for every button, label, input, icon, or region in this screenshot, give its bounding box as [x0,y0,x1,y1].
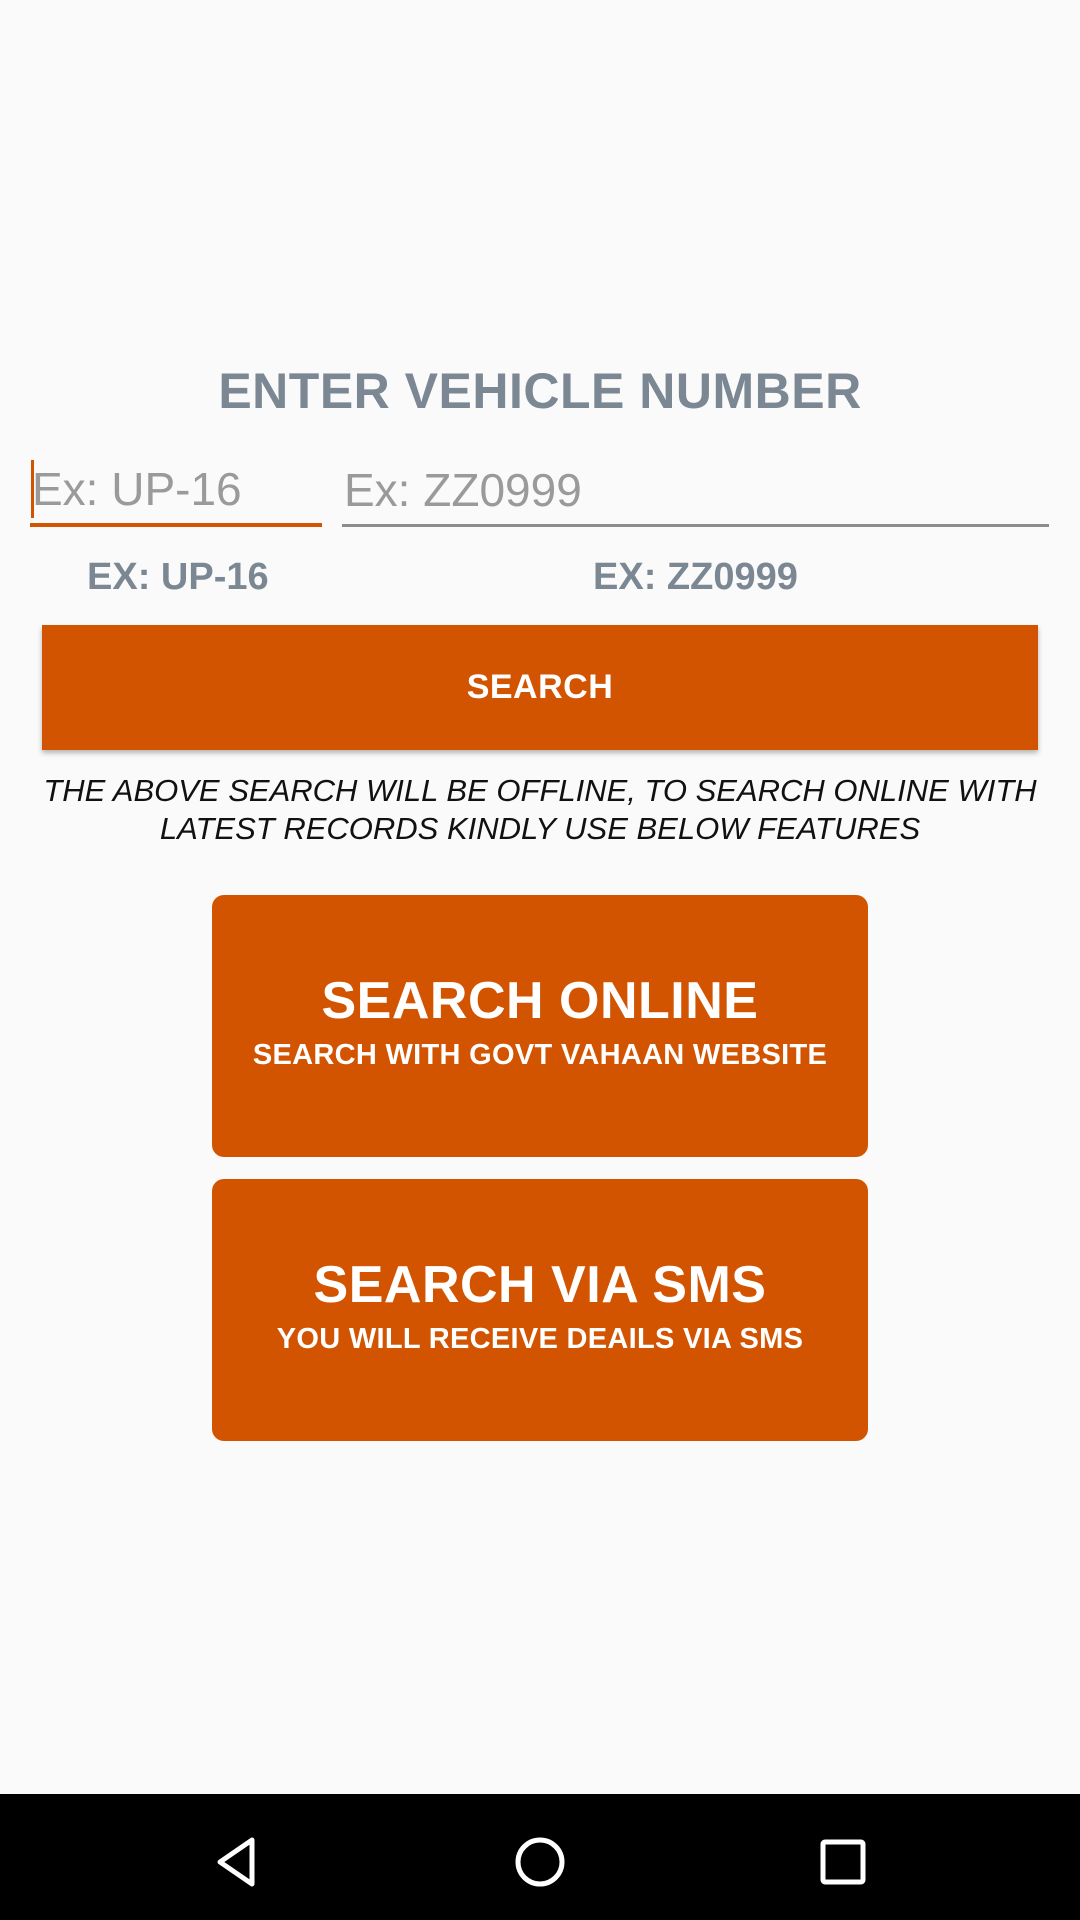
state-code-input[interactable] [30,455,322,527]
offline-notice: THE ABOVE SEARCH WILL BE OFFLINE, TO SEA… [43,773,1037,846]
vehicle-number-hint: EX: ZZ0999 [593,556,798,598]
text-cursor [31,460,34,518]
search-online-subtitle: SEARCH WITH GOVT VAHAAN WEBSITE [252,1038,828,1071]
page-title: ENTER VEHICLE NUMBER [218,363,862,419]
search-button[interactable]: SEARCH [42,625,1038,750]
state-code-hint: EX: UP-16 [87,556,269,598]
navigation-bar [0,1794,1080,1920]
search-online-title: SEARCH ONLINE [321,971,759,1030]
vehicle-number-input[interactable] [342,455,1049,527]
search-via-sms-title: SEARCH VIA SMS [313,1255,767,1314]
search-via-sms-button[interactable]: SEARCH VIA SMS YOU WILL RECEIVE DEAILS V… [212,1179,868,1441]
vehicle-search-screen: ENTER VEHICLE NUMBER EX: UP-16 EX: ZZ099… [0,0,1080,1920]
back-icon[interactable] [206,1832,266,1892]
search-online-button[interactable]: SEARCH ONLINE SEARCH WITH GOVT VAHAAN WE… [212,895,868,1157]
search-via-sms-subtitle: YOU WILL RECEIVE DEAILS VIA SMS [276,1322,804,1355]
recent-apps-icon[interactable] [813,1832,873,1892]
home-icon[interactable] [510,1832,570,1892]
